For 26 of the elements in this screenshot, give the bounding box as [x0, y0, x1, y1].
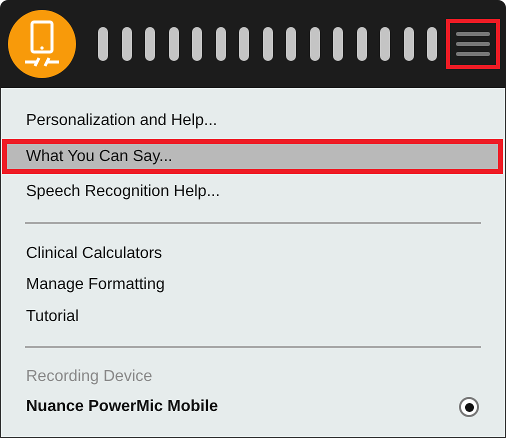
level-bar: [145, 27, 155, 61]
level-bar: [239, 27, 249, 61]
menu-item[interactable]: Speech Recognition Help...: [1, 176, 505, 208]
level-bar: [192, 27, 202, 61]
level-bar: [262, 27, 272, 61]
menu-icon: [456, 30, 490, 58]
level-bar: [427, 27, 437, 61]
level-bar: [98, 27, 108, 61]
menu-item[interactable]: Manage Formatting: [1, 269, 505, 300]
menu-item[interactable]: Personalization and Help...: [1, 105, 505, 136]
menu-item[interactable]: Clinical Calculators: [1, 238, 505, 269]
level-bar: [168, 27, 178, 61]
menu-item[interactable]: What You Can Say...: [4, 140, 501, 172]
device-label: Nuance PowerMic Mobile: [26, 398, 218, 416]
menu-button[interactable]: [446, 19, 500, 69]
level-bar: [404, 27, 414, 61]
level-bar: [310, 27, 320, 61]
level-bar: [122, 27, 132, 61]
section-heading: Recording Device: [25, 367, 154, 387]
level-bar: [286, 27, 296, 61]
menu-item[interactable]: Tutorial: [1, 300, 505, 332]
level-bar: [356, 27, 366, 61]
level-bar: [380, 27, 390, 61]
level-bar: [333, 27, 343, 61]
level-bar: [216, 27, 226, 61]
radio-button[interactable]: [459, 397, 479, 417]
